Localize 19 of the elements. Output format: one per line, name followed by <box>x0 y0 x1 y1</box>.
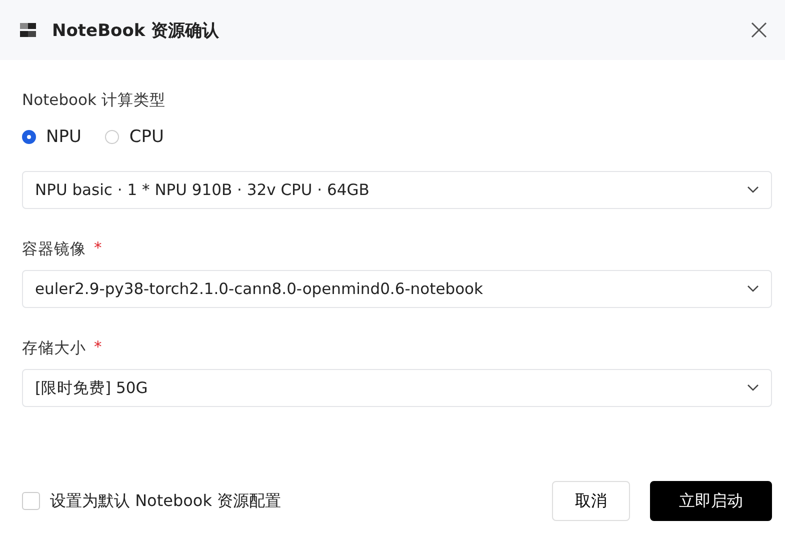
chevron-down-icon <box>747 285 759 293</box>
field-label: 容器镜像 <box>22 239 86 260</box>
chevron-down-icon <box>747 186 759 194</box>
required-mark: * <box>94 338 102 358</box>
dropdown-select[interactable]: euler2.9-py38-torch2.1.0-cann8.0-openmind0.6-notebook <box>22 270 772 308</box>
default-checkbox[interactable]: 设置为默认 Notebook 资源配置 <box>22 490 282 512</box>
radio-option[interactable]: CPU <box>105 127 164 147</box>
field-label: 存储大小 <box>22 338 86 359</box>
logo-icon <box>18 20 38 40</box>
close-button[interactable] <box>751 22 767 38</box>
required-mark: * <box>94 239 102 259</box>
start-button[interactable]: 立即启动 <box>650 481 772 521</box>
window-title: NoteBook 资源确认 <box>52 20 220 42</box>
dropdown-select[interactable]: [限时免费] 50G <box>22 369 772 407</box>
dropdown-select[interactable]: NPU basic · 1 * NPU 910B · 32v CPU · 64GB <box>22 171 772 209</box>
field-label: Notebook 计算类型 <box>22 90 166 111</box>
cancel-button[interactable]: 取消 <box>552 481 630 521</box>
chevron-down-icon <box>747 384 759 392</box>
radio-option[interactable]: NPU <box>22 127 82 147</box>
